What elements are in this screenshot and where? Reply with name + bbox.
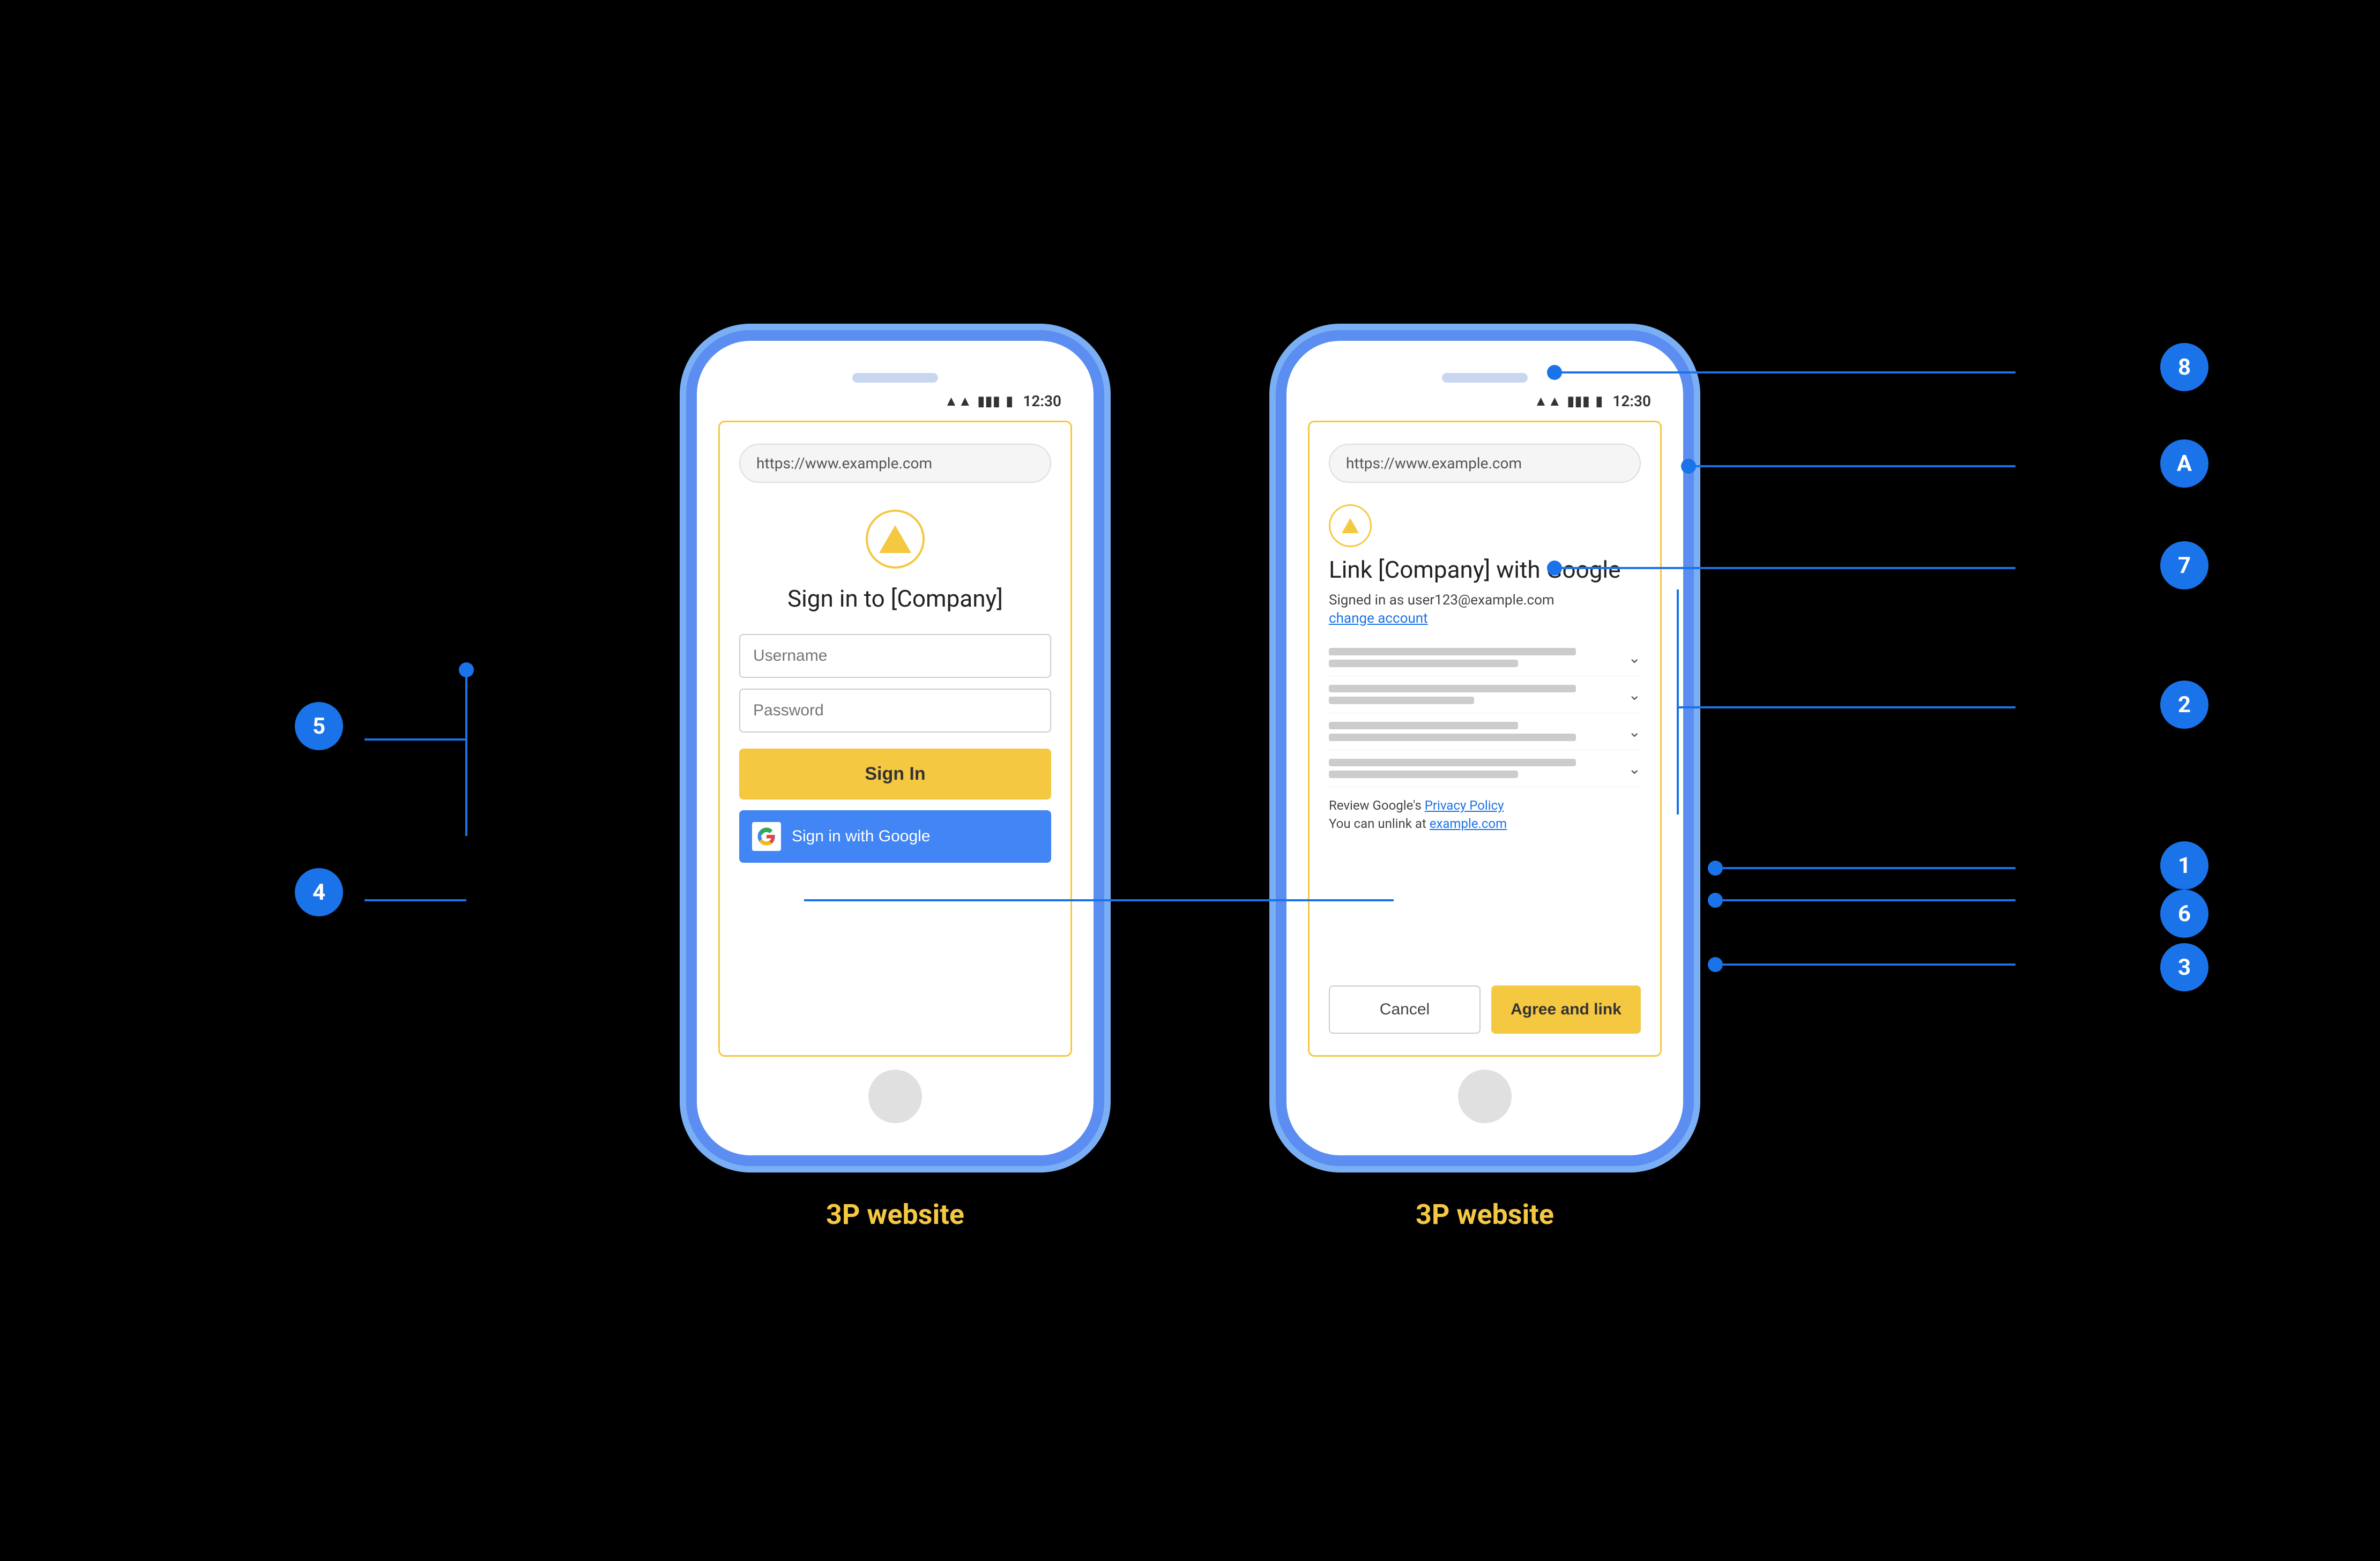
perm-lines-4 [1329,759,1620,778]
google-btn-label: Sign in with Google [792,827,931,846]
phone2-url-bar[interactable]: https://www.example.com [1329,444,1641,483]
perm-line [1329,759,1576,766]
agree-link-button[interactable]: Agree and link [1491,985,1641,1034]
perm-line [1329,685,1576,692]
phone1-url-bar[interactable]: https://www.example.com [739,444,1051,483]
username-input[interactable] [739,634,1051,678]
perm-line [1329,697,1474,704]
policy-text: Review Google's Privacy Policy [1329,798,1641,813]
wifi-icon-2: ▲▲ [1534,393,1561,409]
phone2: ▲▲ ▮▮▮ ▮ 12:30 https://www.example.com L… [1276,330,1694,1166]
badge-1: 1 [2160,841,2208,890]
change-account-link[interactable]: change account [1329,610,1641,626]
google-sign-in-button[interactable]: Sign in with Google [739,810,1051,863]
battery-icon-2: ▮ [1595,393,1603,409]
badge-5: 5 [295,702,343,750]
badge-A: A [2160,439,2208,488]
phone1-label: 3P website [826,1198,964,1231]
phone2-company-logo [1329,504,1372,547]
signal-icon: ▮▮▮ [977,393,1000,409]
phone2-label: 3P website [1416,1198,1554,1231]
signed-in-text: Signed in as user123@example.com [1329,592,1641,608]
status-time: 12:30 [1023,392,1061,410]
perm-line [1329,722,1518,729]
phone1: ▲▲ ▮▮▮ ▮ 12:30 https://www.example.com S… [686,330,1104,1166]
phone2-home-button[interactable] [1458,1070,1512,1123]
permission-list: ⌄ ⌄ ⌄ [1329,639,1641,787]
phone2-wrapper: ▲▲ ▮▮▮ ▮ 12:30 https://www.example.com L… [1276,330,1694,1231]
badge-7: 7 [2160,541,2208,589]
chevron-icon-2: ⌄ [1628,686,1641,704]
wifi-icon: ▲▲ [944,393,972,409]
phone1-home-button[interactable] [868,1070,922,1123]
badge-3: 3 [2160,943,2208,991]
permission-item-1: ⌄ [1329,639,1641,676]
perm-lines-2 [1329,685,1620,704]
phone1-wrapper: ▲▲ ▮▮▮ ▮ 12:30 https://www.example.com S… [686,330,1104,1231]
status-time-2: 12:30 [1612,392,1651,410]
permission-item-4: ⌄ [1329,750,1641,787]
company-triangle-sm [1342,518,1359,533]
phone1-sign-in-title: Sign in to [Company] [787,585,1003,613]
chevron-icon-1: ⌄ [1628,649,1641,667]
phone1-notch [852,373,938,383]
phone1-screen: https://www.example.com Sign in to [Comp… [718,421,1072,1057]
phone2-notch [1442,373,1528,383]
action-buttons: Cancel Agree and link [1329,985,1641,1034]
badge-6: 6 [2160,890,2208,938]
badge-8: 8 [2160,343,2208,391]
google-icon-wrap [752,822,781,851]
perm-line [1329,648,1576,655]
perm-line [1329,734,1576,741]
battery-icon: ▮ [1006,393,1013,409]
signal-icon-2: ▮▮▮ [1567,393,1590,409]
phone2-status-bar: ▲▲ ▮▮▮ ▮ 12:30 [1308,392,1662,410]
phone1-company-logo [866,510,925,569]
status-icons-2: ▲▲ ▮▮▮ ▮ [1534,393,1603,409]
chevron-icon-4: ⌄ [1628,760,1641,778]
google-g-icon [757,827,776,846]
chevron-icon-3: ⌄ [1628,723,1641,741]
unlink-site-link[interactable]: example.com [1430,816,1507,831]
phone2-screen: https://www.example.com Link [Company] w… [1308,421,1662,1057]
permission-item-2: ⌄ [1329,676,1641,713]
perm-line [1329,660,1518,667]
badge-2: 2 [2160,681,2208,729]
permission-item-3: ⌄ [1329,713,1641,750]
perm-lines-1 [1329,648,1620,667]
company-triangle-icon [879,525,911,553]
main-container: ▲▲ ▮▮▮ ▮ 12:30 https://www.example.com S… [0,0,2380,1561]
sign-in-button[interactable]: Sign In [739,749,1051,800]
link-title: Link [Company] with Google [1329,556,1641,584]
annotation-lines [0,0,2380,1561]
perm-lines-3 [1329,722,1620,741]
privacy-policy-link[interactable]: Privacy Policy [1425,798,1504,813]
unlink-prefix: You can unlink at [1329,816,1430,831]
badge-4: 4 [295,868,343,916]
cancel-button[interactable]: Cancel [1329,985,1481,1034]
unlink-text: You can unlink at example.com [1329,816,1641,831]
phone1-status-bar: ▲▲ ▮▮▮ ▮ 12:30 [718,392,1072,410]
perm-line [1329,771,1518,778]
password-input[interactable] [739,689,1051,733]
policy-prefix: Review Google's [1329,798,1425,813]
status-icons: ▲▲ ▮▮▮ ▮ [944,393,1014,409]
